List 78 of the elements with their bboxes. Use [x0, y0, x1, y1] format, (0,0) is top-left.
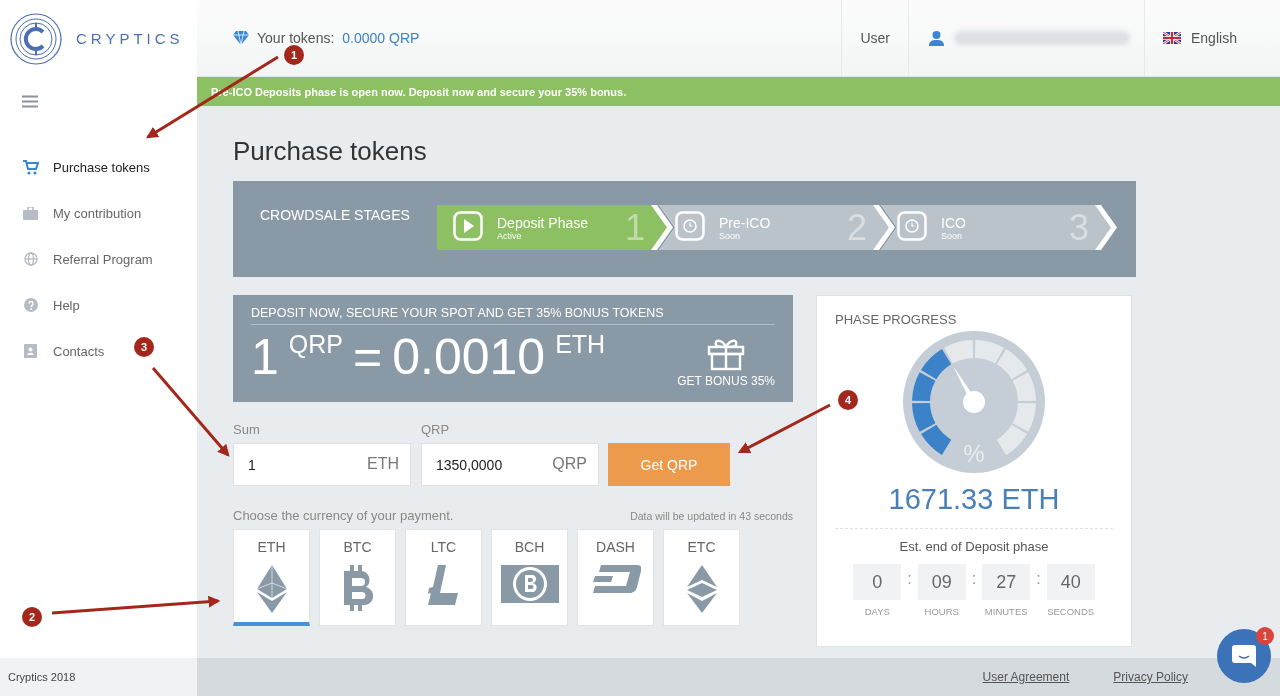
language-selector[interactable]: English: [1191, 30, 1237, 46]
sidebar-item[interactable]: Referral Program: [22, 236, 153, 282]
dash-icon: [590, 565, 641, 593]
bitcoin-cash-icon: [500, 565, 559, 603]
stage-name: ICO: [941, 214, 967, 231]
user-icon[interactable]: [929, 30, 944, 46]
footer-link[interactable]: User Agreement: [982, 670, 1070, 684]
rate-unit: QRP: [288, 329, 343, 359]
countdown-unit: SECONDS: [1047, 606, 1095, 617]
help-icon: [23, 298, 38, 312]
contact-card-icon: [24, 344, 37, 358]
page-title: Purchase tokens: [233, 136, 428, 167]
copyright: Cryptics 2018: [8, 671, 76, 683]
raised-amount: 1671.33 ETH: [888, 483, 1060, 516]
user-label: User: [860, 30, 890, 46]
stage-name: Pre-ICO: [719, 214, 772, 231]
percent-sign: %: [963, 440, 985, 467]
currency-option[interactable]: ETC: [663, 529, 740, 626]
countdown-unit: MINUTES: [984, 606, 1028, 617]
sidebar-item[interactable]: Contacts: [22, 328, 105, 374]
countdown-separator: :: [1036, 569, 1041, 589]
notification-badge: 1: [1256, 627, 1274, 645]
rate-amount: 1: [251, 329, 279, 385]
countdown-unit: DAYS: [864, 606, 890, 617]
rate-price-unit: ETH: [555, 329, 606, 359]
diamond-icon: [233, 31, 249, 45]
litecoin-icon: [427, 565, 460, 605]
field-label: QRP: [421, 422, 451, 437]
currency-option[interactable]: BCH: [491, 529, 568, 626]
tokens-value: 0.0000 QRP: [342, 30, 420, 46]
currency-option[interactable]: ETH: [233, 529, 310, 626]
stages-title: CROWDSALE STAGES: [260, 207, 411, 225]
logo-icon: [10, 12, 62, 65]
sidebar-item[interactable]: Help: [22, 282, 80, 328]
currency-prompt: Choose the currency of your payment.: [233, 508, 454, 523]
rate-equals: =: [353, 329, 383, 385]
clock-icon: [675, 210, 705, 241]
currency-option[interactable]: BTC: [319, 529, 396, 626]
stage-status: Active: [497, 230, 522, 241]
update-note: Data will be updated in 43 seconds: [630, 510, 793, 522]
offer-heading: DEPOSIT NOW, SECURE YOUR SPOT AND GET 35% BONUS TOKENS: [251, 306, 775, 325]
ethereum-icon: [256, 565, 287, 613]
briefcase-icon: [23, 206, 38, 220]
flag-icon: [1163, 32, 1181, 44]
sidebar-item[interactable]: My contribution: [22, 190, 142, 236]
sidebar-item[interactable]: Purchase tokens: [22, 144, 150, 190]
countdown-value: 40: [1046, 564, 1095, 600]
footer-link[interactable]: Privacy Policy: [1113, 670, 1188, 684]
field-label: Sum: [233, 422, 261, 437]
countdown-value: 09: [917, 564, 966, 600]
stage-number: 1: [624, 206, 645, 249]
cart-icon: [22, 159, 39, 175]
unit-label: ETH: [367, 455, 399, 473]
menu-icon[interactable]: [22, 95, 38, 108]
stage-name: Deposit Phase: [497, 214, 590, 231]
globe-icon: [23, 252, 38, 266]
countdown-separator: :: [971, 569, 977, 589]
gauge-needle: [953, 365, 985, 413]
play-icon: [453, 210, 483, 241]
ethereum-classic-icon: [686, 565, 717, 613]
progress-title: PHASE PROGRESS: [835, 312, 957, 327]
countdown-unit: HOURS: [924, 606, 959, 617]
chat-icon: [1232, 645, 1256, 667]
unit-label: QRP: [552, 455, 587, 473]
countdown-title: Est. end of Deposit phase: [899, 539, 1049, 554]
stage-status: Soon: [941, 230, 964, 241]
rate-price: 0.0010: [392, 329, 546, 385]
bonus-label: GET BONUS 35%: [677, 374, 775, 388]
clock-icon: [897, 210, 927, 241]
countdown-value: 27: [982, 564, 1031, 600]
countdown-value: 0: [853, 564, 902, 600]
tokens-label: Your tokens:: [257, 30, 335, 46]
gift-icon: [707, 337, 746, 371]
stage-status: Soon: [719, 230, 742, 241]
currency-option[interactable]: DASH: [577, 529, 654, 626]
countdown-separator: :: [907, 569, 912, 589]
currency-option[interactable]: LTC: [405, 529, 482, 626]
logo-text: CRYPTICS: [76, 30, 184, 47]
